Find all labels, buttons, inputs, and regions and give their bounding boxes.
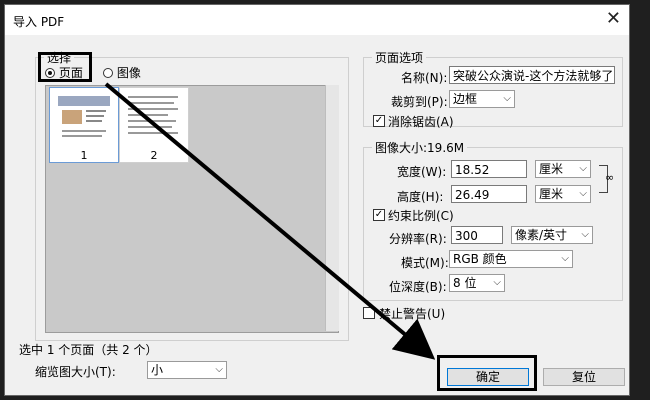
annotation-arrow-icon — [104, 82, 436, 360]
